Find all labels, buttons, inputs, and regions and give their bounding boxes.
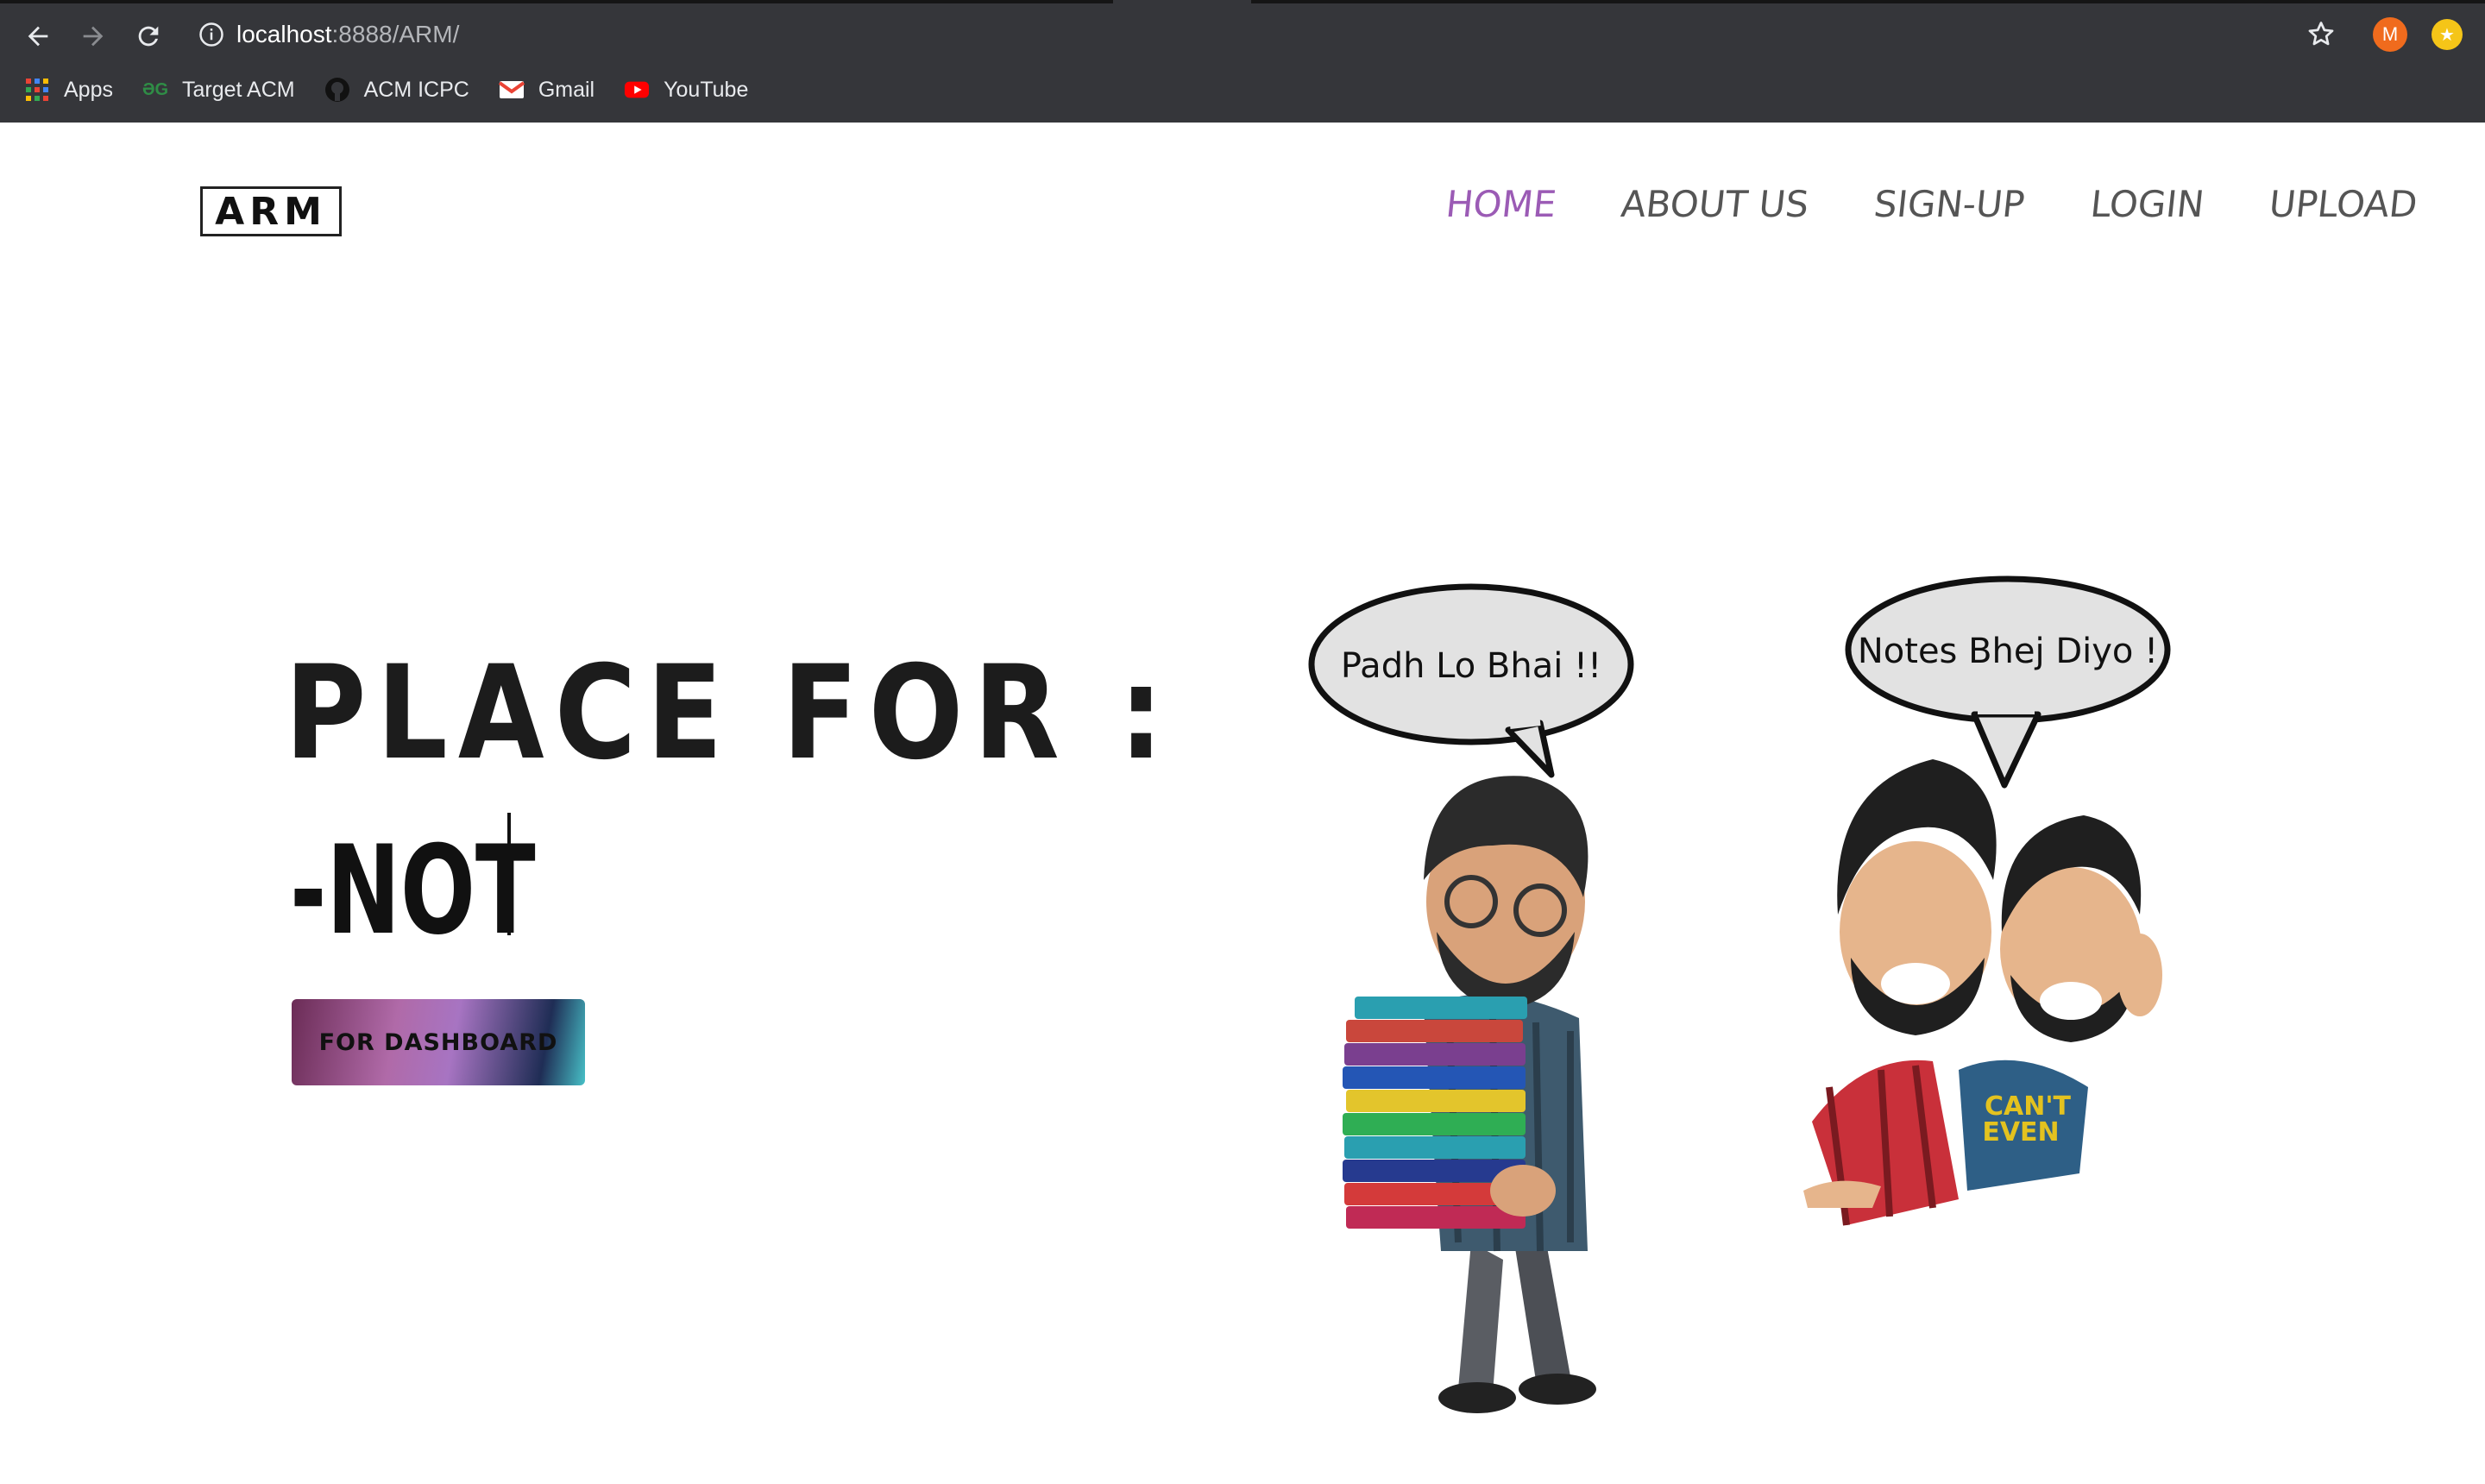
bookmark-gmail[interactable]: Gmail (498, 77, 595, 103)
shirt-text-line2: EVEN (1982, 1117, 2059, 1148)
bookmark-label: YouTube (664, 77, 749, 102)
browser-chrome: localhost :8888/ARM/ M ★ Apps ƏG Target … (0, 0, 2485, 123)
bookmark-apps[interactable]: Apps (24, 77, 113, 103)
hero-illustration: Padh Lo Bhai !! Notes Bhej Diyo ! CAN'T … (1308, 575, 2171, 1413)
nav-upload[interactable]: UPLOAD (2267, 183, 2419, 225)
bookmark-youtube[interactable]: YouTube (624, 77, 748, 103)
bookmark-label: Apps (64, 77, 113, 102)
extension-icon[interactable]: ★ (2432, 19, 2463, 50)
nav-home[interactable]: HOME (1444, 183, 1558, 225)
geeksforgeeks-icon: ƏG (142, 79, 169, 99)
nav-sign-up[interactable]: SIGN-UP (1872, 183, 2027, 225)
bubble-text-right: Notes Bhej Diyo ! (1858, 632, 2158, 671)
hero-headline: PLACE FOR : (285, 638, 1174, 789)
forward-arrow-icon (83, 26, 104, 47)
github-icon (324, 77, 350, 103)
gmail-icon (498, 77, 525, 103)
youtube-icon (624, 77, 650, 103)
typewriter-text: -NOT (290, 820, 536, 962)
two-friends-character: CAN'T EVEN (1803, 759, 2162, 1226)
nav-login[interactable]: LOGIN (2088, 183, 2205, 225)
dashboard-button[interactable]: FOR DASHBOARD (292, 999, 585, 1085)
site-logo[interactable]: ARM (200, 186, 342, 236)
back-arrow-icon (28, 26, 48, 47)
reload-icon (138, 26, 159, 47)
profile-avatar[interactable]: M (2373, 17, 2407, 52)
bookmark-star-icon[interactable] (2306, 19, 2337, 50)
url-host: localhost (236, 21, 332, 47)
main-nav: HOME ABOUT US SIGN-UP LOGIN UPLOAD (1444, 183, 2419, 225)
bookmark-target-acm[interactable]: ƏG Target ACM (142, 77, 295, 103)
tab-strip-edge (0, 0, 1113, 3)
typing-cursor (507, 813, 511, 935)
forward-button[interactable] (72, 16, 114, 57)
student-with-books-character (1343, 776, 1596, 1413)
site-info-icon[interactable] (198, 22, 224, 47)
nav-about-us[interactable]: ABOUT US (1620, 183, 1811, 225)
back-button[interactable] (17, 16, 59, 57)
speech-bubble-left: Padh Lo Bhai !! (1308, 583, 1634, 778)
bookmark-label: Gmail (538, 77, 595, 102)
bookmark-label: ACM ICPC (363, 77, 469, 102)
bubble-text-left: Padh Lo Bhai !! (1341, 646, 1601, 686)
url-path: :8888/ARM/ (331, 21, 460, 47)
speech-bubble-right: Notes Bhej Diyo ! (1845, 575, 2171, 789)
tab-strip-edge-right (1251, 0, 2485, 3)
bookmarks-bar: Apps ƏG Target ACM ACM ICPC Gmail YouTub… (24, 71, 777, 109)
bookmark-label: Target ACM (181, 77, 295, 102)
reload-button[interactable] (128, 16, 169, 57)
address-bar[interactable]: localhost :8888/ARM/ (198, 12, 459, 57)
apps-grid-icon (24, 77, 50, 103)
bookmark-acm-icpc[interactable]: ACM ICPC (324, 77, 469, 103)
